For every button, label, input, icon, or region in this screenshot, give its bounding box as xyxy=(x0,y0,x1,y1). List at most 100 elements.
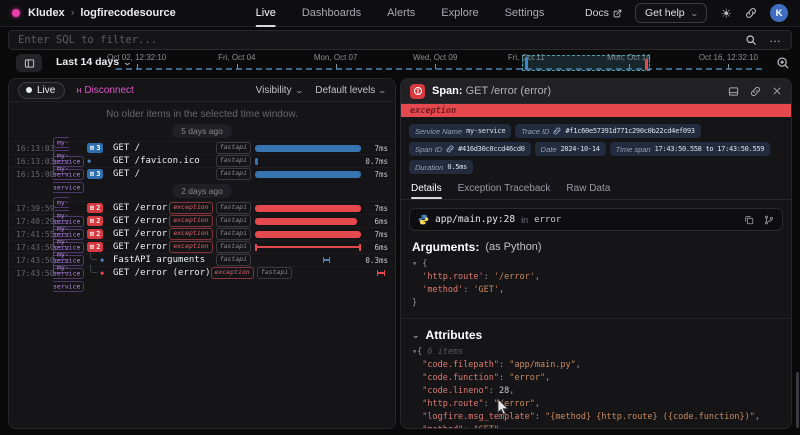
tab-live[interactable]: Live xyxy=(256,0,276,27)
trace-row-marker[interactable]: ◆ xyxy=(87,256,111,264)
trace-row[interactable]: 16:15:00my-service⊞3GET /fastapi7ms xyxy=(9,167,395,180)
trace-row[interactable]: 17:43:50my-service◆GET /error (error)exc… xyxy=(9,266,395,279)
sql-filter-input[interactable]: Enter SQL to filter... … xyxy=(8,30,792,50)
avatar[interactable]: K xyxy=(770,4,788,22)
meta-pill-trace-id[interactable]: Trace ID#f1c60e57391d771c290c0b22cd4ef09… xyxy=(515,124,700,138)
code-location-bar[interactable]: app/main.py:28 in error xyxy=(409,208,783,231)
docs-link[interactable]: Docs xyxy=(585,7,622,19)
exception-tag: exception xyxy=(169,228,212,239)
meta-label: Span ID xyxy=(415,145,442,154)
exception-tag: exception xyxy=(169,241,212,252)
meta-pill-date[interactable]: Date2024-10-14 xyxy=(535,142,606,156)
child-count-badge[interactable]: ⊞3 xyxy=(87,143,103,152)
trace-row-marker[interactable]: ⊞3 xyxy=(87,143,111,152)
span-panel-title: Span: GET /error (error) xyxy=(432,85,551,97)
copy-link-icon[interactable] xyxy=(750,86,761,97)
span-tab-raw-data[interactable]: Raw Data xyxy=(566,183,610,199)
service-tag-label: my-service xyxy=(53,163,84,193)
child-count-badge[interactable]: ⊞2 xyxy=(87,229,103,238)
timeline-activity-spike-red xyxy=(645,59,648,70)
attributes-code-block[interactable]: ▾{ 6 items "code.filepath": "app/main.py… xyxy=(401,345,791,429)
trace-row-marker[interactable]: ◆ xyxy=(87,269,111,277)
child-count-badge[interactable]: ⊞2 xyxy=(87,203,103,212)
live-toggle-button[interactable]: Live xyxy=(18,82,65,99)
timeline-baseline xyxy=(116,68,762,70)
span-title-text: GET /error (error) xyxy=(466,85,551,97)
attributes-heading[interactable]: ⌄ Attributes xyxy=(401,318,791,345)
close-icon[interactable] xyxy=(772,86,782,96)
scrollbar-thumb[interactable] xyxy=(796,372,799,428)
trace-row-marker[interactable]: ◆ xyxy=(87,157,111,165)
link-icon xyxy=(553,127,561,135)
row-tags: exceptionfastapi xyxy=(169,228,251,239)
row-tags: fastapi xyxy=(216,155,251,166)
time-group-chip[interactable]: 5 days ago xyxy=(172,124,232,138)
time-group-chip[interactable]: 2 days ago xyxy=(172,184,232,198)
code-location-file[interactable]: app/main.py:28 xyxy=(435,214,515,225)
span-name: GET / xyxy=(113,169,140,179)
row-tags: exceptionfastapi xyxy=(169,215,251,226)
span-name: GET /error xyxy=(113,216,167,226)
arguments-code-block[interactable]: ▾ { 'http.route': '/error', 'method': 'G… xyxy=(401,257,791,310)
child-count-badge[interactable]: ⊞3 xyxy=(87,169,103,178)
span-title-prefix: Span: xyxy=(432,85,463,97)
tab-alerts[interactable]: Alerts xyxy=(387,0,415,27)
theme-toggle-button[interactable]: ☀ xyxy=(720,7,732,20)
collapse-sidebar-button[interactable] xyxy=(16,54,42,72)
trace-row-marker[interactable]: ⊞2 xyxy=(87,229,111,238)
tab-explore[interactable]: Explore xyxy=(441,0,478,27)
trace-row-marker[interactable]: ⊞3 xyxy=(87,169,111,178)
copy-icon[interactable] xyxy=(744,215,754,225)
trace-row-time: 17:43:50 xyxy=(16,256,53,265)
tab-settings[interactable]: Settings xyxy=(505,0,545,27)
dock-panel-icon[interactable] xyxy=(728,86,739,97)
fastapi-tag: fastapi xyxy=(257,267,292,278)
share-link-button[interactable] xyxy=(745,7,757,19)
search-icon[interactable] xyxy=(745,34,757,46)
meta-pill-duration[interactable]: Duration0.5ms xyxy=(409,160,473,174)
meta-pill-service-name[interactable]: Service Namemy-service xyxy=(409,124,511,138)
meta-label: Duration xyxy=(415,163,443,172)
zoom-in-button[interactable] xyxy=(776,56,790,70)
trace-row-marker[interactable]: ⊞2 xyxy=(87,203,111,212)
service-tag: my-service xyxy=(53,155,87,193)
top-right-actions: Docs Get help ⌄ ☀ K xyxy=(585,3,788,23)
duration-track xyxy=(255,228,361,241)
trace-row-marker[interactable]: ⊞2 xyxy=(87,242,111,251)
timeline-selection[interactable] xyxy=(522,55,650,71)
default-levels-dropdown[interactable]: Default levels ⌄ xyxy=(315,85,386,96)
breadcrumb-project[interactable]: logfirecodesource xyxy=(80,7,175,19)
meta-pill-time-span[interactable]: Time span17:43:50.558 to 17:43:50.559 xyxy=(610,142,771,156)
breadcrumb-org[interactable]: Kludex xyxy=(28,7,65,19)
child-count-badge[interactable]: ⊞2 xyxy=(87,216,103,225)
visibility-dropdown[interactable]: Visibility ⌄ xyxy=(256,85,303,96)
live-label: Live xyxy=(37,85,55,96)
row-tags: fastapi xyxy=(216,142,251,153)
meta-pill-span-id[interactable]: Span ID #416d30c0ccd46cd0 xyxy=(409,142,531,156)
code-line: "logfire.msg_template": "{method} {http.… xyxy=(412,411,780,424)
trace-row-marker[interactable]: ⊞2 xyxy=(87,216,111,225)
tab-dashboards[interactable]: Dashboards xyxy=(302,0,361,27)
meta-value: #416d30c0ccd46cd0 xyxy=(458,145,525,153)
plus-box-icon: ⊞ xyxy=(90,170,94,178)
trace-row-time: 17:39:59 xyxy=(16,204,53,213)
span-name: GET /error xyxy=(113,203,167,213)
duration-label: 7ms xyxy=(361,170,388,179)
git-branch-icon[interactable] xyxy=(764,215,774,225)
logfire-logo-icon xyxy=(12,9,20,17)
code-line: "http.route": "/error", xyxy=(412,398,780,411)
arguments-heading: Arguments: (as Python) xyxy=(401,231,791,257)
timeline[interactable]: Oct 02, 12:32:10Fri, Oct 04Mon, Oct 07We… xyxy=(116,53,762,74)
span-tab-exception-traceback[interactable]: Exception Traceback xyxy=(458,183,551,199)
meta-label: Trace ID xyxy=(521,127,549,136)
duration-track xyxy=(255,142,361,155)
span-tabs: Details Exception Traceback Raw Data xyxy=(401,177,791,200)
fastapi-tag: fastapi xyxy=(216,254,251,265)
get-help-button[interactable]: Get help ⌄ xyxy=(635,3,707,23)
child-count: 2 xyxy=(96,204,100,212)
disconnect-button[interactable]: ʜ Disconnect xyxy=(76,85,133,96)
child-count-badge[interactable]: ⊞2 xyxy=(87,242,103,251)
duration-label: 7ms xyxy=(361,144,388,153)
fastapi-tag: fastapi xyxy=(216,241,251,252)
span-tab-details[interactable]: Details xyxy=(411,183,442,199)
